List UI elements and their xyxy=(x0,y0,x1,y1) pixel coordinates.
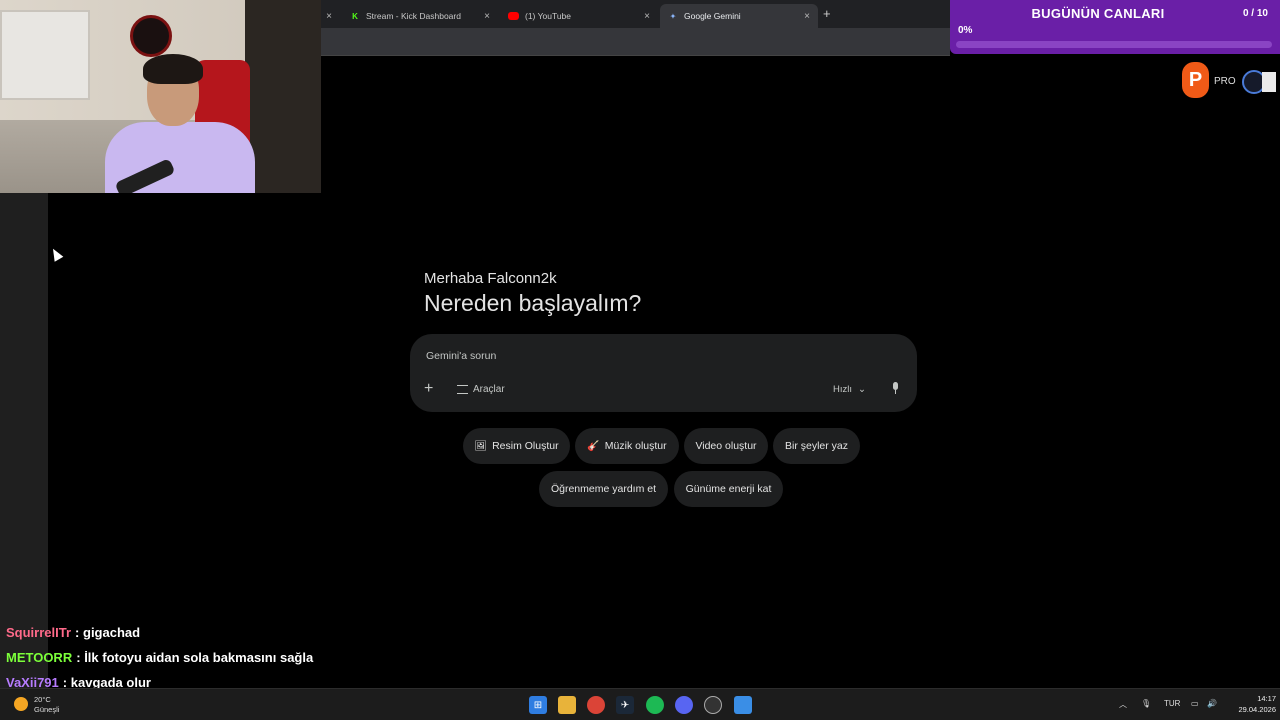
start-icon[interactable]: ⊞ xyxy=(529,696,547,714)
prompt-input[interactable] xyxy=(426,348,896,364)
kick-favicon-icon: K xyxy=(352,11,358,21)
chip-video-olustur[interactable]: Video oluştur xyxy=(684,428,768,464)
pro-label: PRO xyxy=(1214,76,1236,87)
chat-text: gigachad xyxy=(83,625,141,640)
tools-button[interactable]: Araçlar xyxy=(457,384,505,395)
tab-close-icon[interactable]: × xyxy=(644,11,650,22)
chip-bir-seyler-yaz[interactable]: Bir şeyler yaz xyxy=(773,428,860,464)
clock-time[interactable]: 14:17 xyxy=(1236,694,1276,703)
tab-close-icon[interactable]: × xyxy=(804,11,810,22)
prompt-box: + Araçlar Hızlı ⌄ xyxy=(410,334,917,412)
goal-percent: 0% xyxy=(958,25,973,36)
goal-count: 0 / 10 xyxy=(1242,8,1268,19)
screen: × K Stream - Kick Dashboard × (1) YouTub… xyxy=(0,0,1280,720)
discord-icon[interactable] xyxy=(675,696,693,714)
new-tab-button[interactable]: + xyxy=(823,6,831,21)
gemini-sidebar xyxy=(0,193,48,688)
model-mode-dropdown[interactable]: Hızlı ⌄ xyxy=(833,384,866,395)
tab-google-gemini[interactable]: ✦ Google Gemini × xyxy=(660,4,818,28)
image-icon: 🖼 xyxy=(474,440,488,452)
chevron-down-icon: ⌄ xyxy=(858,384,866,395)
steam-icon[interactable]: ✈ xyxy=(616,696,634,714)
chip-muzik-olustur[interactable]: 🎸 Müzik oluştur xyxy=(575,428,679,464)
tab-label: Google Gemini xyxy=(684,11,741,21)
microphone-icon xyxy=(893,382,898,390)
chat-message: SquirrelITr : gigachad xyxy=(6,620,320,645)
sun-icon[interactable] xyxy=(14,697,28,711)
stream-chat-overlay: SquirrelITr : gigachad METOORR : İlk fot… xyxy=(6,620,320,695)
chip-ogrenmeme-yardim-et[interactable]: Öğrenmeme yardım et xyxy=(539,471,668,507)
weather-temperature[interactable]: 20°C xyxy=(34,695,51,704)
webcam-shelf xyxy=(0,10,90,100)
chip-label: Bir şeyler yaz xyxy=(784,440,848,452)
volume-icon[interactable]: 🔊 xyxy=(1207,699,1217,708)
webcam-streamer xyxy=(95,54,255,193)
page-title: Nereden başlayalım? xyxy=(424,290,642,316)
network-icon[interactable]: ▭ xyxy=(1191,699,1199,708)
chat-separator: : xyxy=(75,625,80,640)
mouse-cursor-icon xyxy=(48,246,64,262)
goal-title: BUGÜNÜN CANLARI xyxy=(1031,6,1165,21)
microphone-stem xyxy=(895,390,896,394)
taskbar: 20°C Güneşli ⊞ ✈ ︿ 🎙 TUR ▭ 🔊 14:17 29.04… xyxy=(0,688,1280,720)
tools-label: Araçlar xyxy=(473,384,505,395)
gemini-favicon-icon: ✦ xyxy=(669,11,677,21)
file-explorer-icon[interactable] xyxy=(558,696,576,714)
microphone-tray-icon[interactable]: 🎙 xyxy=(1141,699,1151,708)
spotify-icon[interactable] xyxy=(646,696,664,714)
chat-username: SquirrelITr xyxy=(6,625,72,640)
webcam-door xyxy=(245,0,321,193)
weather-description[interactable]: Güneşli xyxy=(34,705,59,714)
obs-icon[interactable] xyxy=(704,696,722,714)
p-logo: P xyxy=(1182,62,1209,98)
chat-text: İlk fotoyu aidan sola bakmasını sağla xyxy=(84,650,314,665)
tab-close-icon[interactable]: × xyxy=(326,11,332,22)
add-attachment-button[interactable]: + xyxy=(424,380,433,398)
tools-icon xyxy=(457,385,468,394)
profile-avatar[interactable] xyxy=(1262,72,1276,92)
chrome-icon[interactable] xyxy=(587,696,605,714)
chip-resim-olustur[interactable]: 🖼 Resim Oluştur xyxy=(463,428,570,464)
chip-label: Resim Oluştur xyxy=(492,440,559,452)
chip-label: Günüme enerji kat xyxy=(685,483,772,495)
youtube-favicon-icon xyxy=(508,12,519,20)
guitar-icon: 🎸 xyxy=(587,440,600,452)
chip-label: Öğrenmeme yardım et xyxy=(550,483,657,495)
mode-label: Hızlı xyxy=(833,384,852,395)
tab-label: Stream - Kick Dashboard xyxy=(366,11,461,21)
microphone-button[interactable] xyxy=(891,382,899,394)
chip-label: Müzik oluştur xyxy=(604,440,667,452)
tab-youtube[interactable]: (1) YouTube × xyxy=(500,4,658,28)
webcam-feed xyxy=(0,0,321,193)
chip-label: Video oluştur xyxy=(695,440,757,452)
tab-kick-dashboard[interactable]: K Stream - Kick Dashboard × xyxy=(342,4,498,28)
tab-close-icon[interactable]: × xyxy=(484,11,490,22)
language-indicator[interactable]: TUR xyxy=(1164,699,1180,708)
chat-separator: : xyxy=(76,650,81,665)
chat-message: METOORR : İlk fotoyu aidan sola bakmasın… xyxy=(6,645,320,670)
goal-progress-bar xyxy=(956,41,1272,48)
paint-icon[interactable] xyxy=(734,696,752,714)
greeting: Merhaba Falconn2k xyxy=(424,270,557,287)
chevron-up-icon[interactable]: ︿ xyxy=(1119,699,1127,710)
chat-username: METOORR xyxy=(6,650,73,665)
webcam-wall-decor xyxy=(130,15,172,57)
chip-gunume-enerji-kat[interactable]: Günüme enerji kat xyxy=(674,471,783,507)
tab-label: (1) YouTube xyxy=(525,11,571,21)
webcam-hair xyxy=(143,54,203,84)
stream-goal-widget: BUGÜNÜN CANLARI 0 / 10 0% xyxy=(950,0,1280,54)
clock-date[interactable]: 29.04.2026 xyxy=(1220,705,1276,714)
